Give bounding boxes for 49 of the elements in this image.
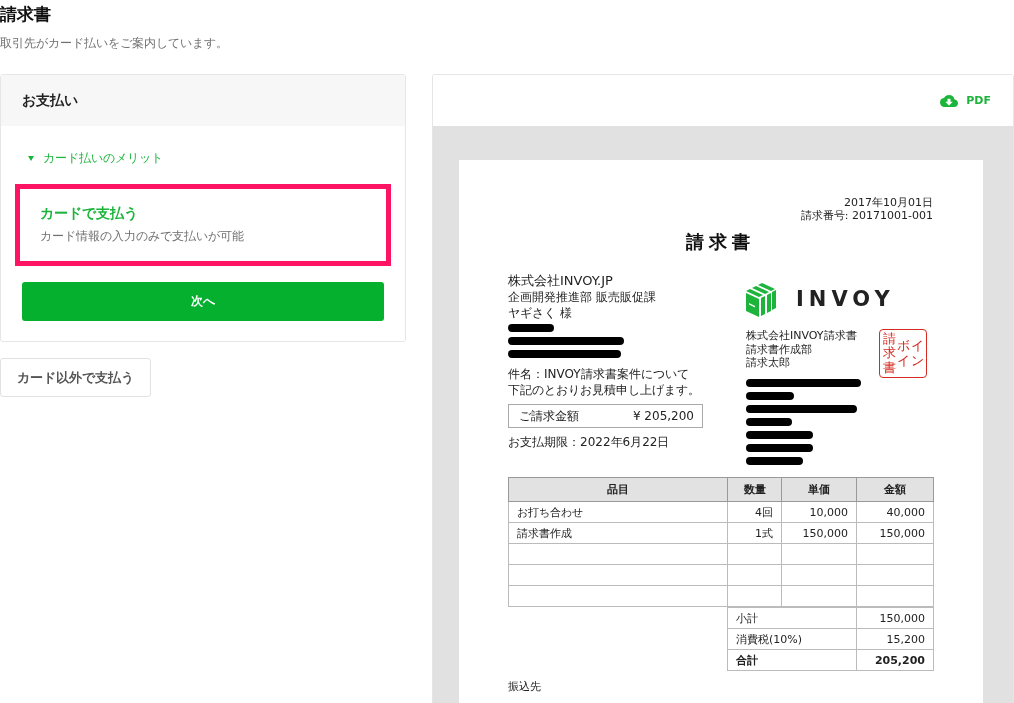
- card-heading: お支払い: [22, 91, 78, 110]
- summary-label: 消費税(10%): [727, 628, 857, 650]
- bank-heading: 振込先: [508, 680, 541, 693]
- due-date: お支払期限：2022年6月22日: [508, 434, 670, 450]
- pdf-download-button[interactable]: PDF: [940, 91, 991, 110]
- amount-label: ご請求金額: [519, 407, 579, 425]
- caret-icon: [28, 155, 34, 161]
- option-title: カードで支払う: [40, 204, 138, 222]
- stamp-text: 請求書: [882, 332, 896, 375]
- summary-value: 205,200: [856, 649, 934, 671]
- stamp-text: ボイ: [896, 339, 910, 368]
- invoice-subject: 件名：INVOY請求書案件について: [508, 366, 689, 382]
- summary-label: 合計: [727, 649, 857, 671]
- table-cell: お打ち合わせ: [508, 501, 728, 523]
- recipient-name: ヤギさく 様: [508, 305, 572, 321]
- invoice-number: 請求番号: 20171001-001: [800, 209, 933, 222]
- card-payment-option[interactable]: カードで支払う カード情報の入力のみで支払いが可能: [15, 184, 391, 266]
- next-button[interactable]: 次へ: [22, 282, 384, 321]
- table-cell: 請求書作成: [508, 522, 728, 544]
- invoice-message: 下記のとおりお見積申し上げます。: [508, 382, 700, 398]
- stamp-text: イン: [910, 339, 924, 368]
- page-title: 請求書: [0, 3, 51, 24]
- column-header: 金額: [856, 477, 934, 502]
- table-cell: 1式: [727, 522, 782, 544]
- option-description: カード情報の入力のみで支払いが可能: [40, 228, 244, 245]
- table-cell: 150,000: [856, 522, 934, 544]
- invoice-title: 請求書: [686, 231, 755, 253]
- invoice-date: 2017年10月01日: [844, 196, 933, 209]
- logo-text: INVOY: [796, 287, 895, 311]
- summary-value: 15,200: [856, 628, 934, 650]
- summary-value: 150,000: [856, 607, 934, 629]
- column-header: 品目: [508, 477, 728, 502]
- column-header: 数量: [727, 477, 782, 502]
- amount-value: ¥ 205,200: [632, 409, 694, 423]
- summary-label: 小計: [727, 607, 857, 629]
- recipient-department: 企画開発推進部 販売販促課: [508, 289, 656, 305]
- table-cell: 4回: [727, 501, 782, 523]
- benefits-toggle[interactable]: カード払いのメリット: [15, 148, 163, 168]
- page-subtitle: 取引先がカード払いをご案内しています。: [0, 35, 228, 52]
- other-payment-button[interactable]: カード以外で支払う: [0, 358, 151, 397]
- logo-icon: [746, 281, 776, 317]
- table-cell: 10,000: [781, 501, 857, 523]
- issuer-line: 請求書作成部: [746, 342, 812, 356]
- column-header: 単価: [781, 477, 857, 502]
- issuer-line: 請求太郎: [746, 356, 790, 370]
- issuer-line: 株式会社INVOY請求書: [746, 329, 857, 343]
- recipient-company: 株式会社INVOY.JP: [508, 272, 613, 289]
- table-cell: 40,000: [856, 501, 934, 523]
- table-cell: 150,000: [781, 522, 857, 544]
